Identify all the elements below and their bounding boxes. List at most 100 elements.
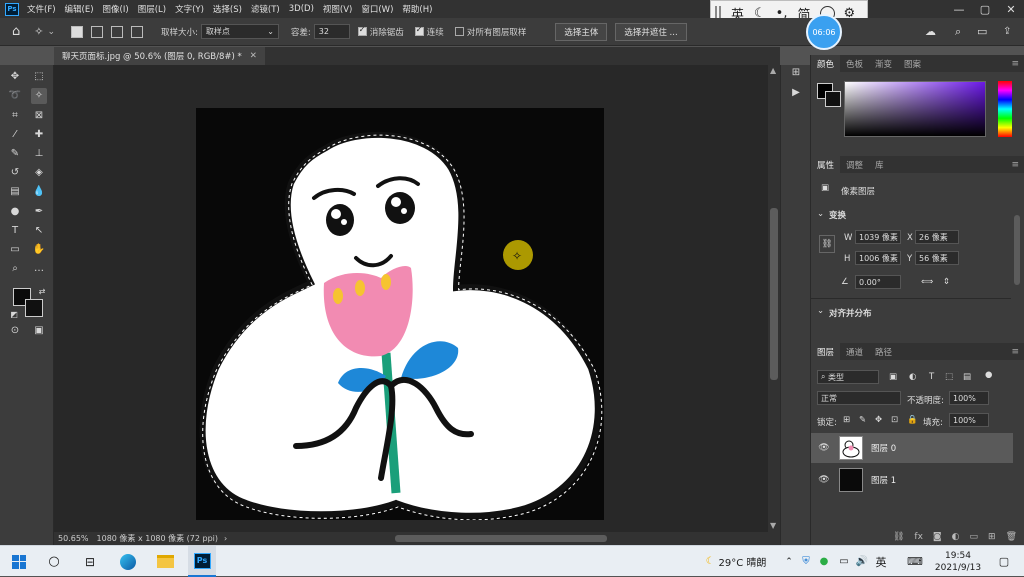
eraser-tool-icon[interactable]: ◈ [31,165,47,181]
weather-widget[interactable]: ☾ 29°C 晴朗 [696,546,776,577]
lock-image-icon[interactable]: ✎ [859,415,866,425]
visibility-eye-icon[interactable]: 👁 [817,443,831,453]
file-explorer-icon[interactable] [153,546,177,577]
new-layer-icon[interactable]: ⊞ [988,532,996,542]
clock[interactable]: 19:54 2021/9/13 [928,546,988,577]
layer-row[interactable]: 👁 图层 1 [811,465,1013,495]
y-field[interactable]: 56 像素 [915,251,959,265]
align-distribute-header[interactable]: 对齐并分布 [829,307,872,319]
delete-layer-icon[interactable]: 🗑 [1006,532,1017,542]
magic-wand-tool-icon[interactable]: ✧ [34,25,43,38]
menu-view[interactable]: 视图(V) [323,3,352,15]
network-icon[interactable]: ▭ [836,546,852,577]
lock-artboard-icon[interactable]: ⊡ [891,415,898,425]
flip-horizontal-icon[interactable]: ⟺ [921,277,933,287]
wechat-icon[interactable]: ● [816,546,832,577]
horizontal-scroll-thumb[interactable] [395,535,607,542]
lock-all-icon[interactable]: 🔒 [907,415,918,425]
frame-tool-icon[interactable]: ⊠ [31,108,47,124]
new-selection-icon[interactable] [71,25,84,38]
menu-edit[interactable]: 编辑(E) [65,3,94,15]
tab-properties[interactable]: 属性 [811,156,841,173]
chevron-down-icon[interactable]: ⌄ [47,27,55,37]
contiguous-checkbox[interactable] [414,25,424,36]
visibility-eye-icon[interactable]: 👁 [817,475,831,485]
lasso-tool-icon[interactable]: ➰ [7,88,23,104]
panel-menu-icon[interactable]: ≡ [1011,160,1019,170]
close-icon[interactable]: ✕ [998,3,1024,16]
height-field[interactable]: 1006 像素 [855,251,901,265]
filter-adjust-icon[interactable]: ◐ [909,372,916,382]
defender-icon[interactable]: ⛨ [798,546,814,577]
close-tab-icon[interactable]: ✕ [250,51,257,61]
chevron-right-icon[interactable]: › [224,534,227,543]
edge-browser-icon[interactable] [116,546,140,577]
tab-layers[interactable]: 图层 [811,343,841,360]
layer-name[interactable]: 图层 1 [871,474,896,486]
filter-shape-icon[interactable]: ⬚ [945,372,953,382]
antialias-checkbox[interactable] [357,25,367,36]
angle-field[interactable]: 0.00° [855,275,901,289]
zoom-tool-icon[interactable]: ⌕ [7,261,23,277]
tab-adjustments[interactable]: 调整 [840,156,869,173]
menu-layer[interactable]: 图层(L) [138,3,166,15]
menu-type[interactable]: 文字(Y) [175,3,204,15]
vertical-scroll-thumb[interactable] [770,208,778,380]
more-tools-icon[interactable]: … [31,261,47,277]
photoshop-taskbar-icon[interactable]: Ps [188,546,216,577]
new-group-icon[interactable]: ▭ [970,532,979,542]
blur-tool-icon[interactable]: 💧 [31,184,47,200]
fill-field[interactable]: 100% [949,413,989,427]
menu-file[interactable]: 文件(F) [27,3,56,15]
tab-channels[interactable]: 通道 [840,343,869,360]
search-button[interactable]: ○ [42,546,66,577]
rectangle-tool-icon[interactable]: ▭ [7,242,23,258]
type-tool-icon[interactable]: T [7,223,23,239]
flip-vertical-icon[interactable]: ⇕ [943,277,950,287]
workspace-icon[interactable]: ▭ [977,25,987,38]
path-selection-tool-icon[interactable]: ↖ [31,223,47,239]
intersect-selection-icon[interactable] [131,25,144,38]
menu-window[interactable]: 窗口(W) [361,3,393,15]
scroll-up-icon[interactable]: ▲ [770,66,776,75]
chevron-down-icon[interactable]: ⌄ [817,306,824,316]
filter-toggle-icon[interactable]: ● [985,370,992,380]
adjustment-layer-icon[interactable]: ◐ [952,532,960,542]
tab-gradients[interactable]: 渐变 [869,55,898,72]
move-tool-icon[interactable]: ✥ [7,69,23,85]
menu-filter[interactable]: 滤镜(T) [251,3,280,15]
notification-icon[interactable]: ▢ [994,546,1014,577]
healing-brush-tool-icon[interactable]: ✚ [31,127,47,143]
default-colors-icon[interactable]: ◩ [6,307,22,323]
ime-keyboard-icon[interactable]: ⌨ [906,546,924,577]
chevron-down-icon[interactable]: ⌄ [817,209,824,219]
select-subject-button[interactable]: 选择主体 [555,22,608,41]
input-language-indicator[interactable]: 英 [872,546,890,577]
x-field[interactable]: 26 像素 [915,230,959,244]
properties-scrollbar[interactable] [1014,215,1020,285]
width-field[interactable]: 1039 像素 [855,230,901,244]
brush-tool-icon[interactable]: ✎ [7,146,23,162]
task-view-button[interactable]: ⊟ [78,546,102,577]
menu-3d[interactable]: 3D(D) [289,4,314,14]
minimize-icon[interactable]: — [946,3,972,16]
marquee-tool-icon[interactable]: ⬚ [31,69,47,85]
tab-paths[interactable]: 路径 [869,343,898,360]
cloud-account-icon[interactable]: ☁ [925,25,936,38]
link-icon[interactable]: ⛓ [819,235,835,253]
zoom-level[interactable]: 50.65% [58,534,89,543]
filter-smart-icon[interactable]: ▤ [963,372,971,382]
sample-size-select[interactable]: 取样点 ⌄ [200,24,279,39]
clone-stamp-tool-icon[interactable]: ⊥ [31,146,47,162]
menu-select[interactable]: 选择(S) [213,3,242,15]
search-icon[interactable]: ⌕ [955,25,961,39]
link-layers-icon[interactable]: ⛓ [893,532,904,542]
maximize-icon[interactable]: ▢ [972,3,998,16]
layer-filter-select[interactable]: ⌕ 类型 [817,370,879,384]
menu-image[interactable]: 图像(I) [103,3,129,15]
tab-libraries[interactable]: 库 [869,156,890,173]
quick-mask-icon[interactable]: ⊙ [7,323,23,339]
tab-swatches[interactable]: 色板 [840,55,869,72]
add-selection-icon[interactable] [91,25,104,38]
panel-menu-icon[interactable]: ≡ [1011,347,1019,357]
